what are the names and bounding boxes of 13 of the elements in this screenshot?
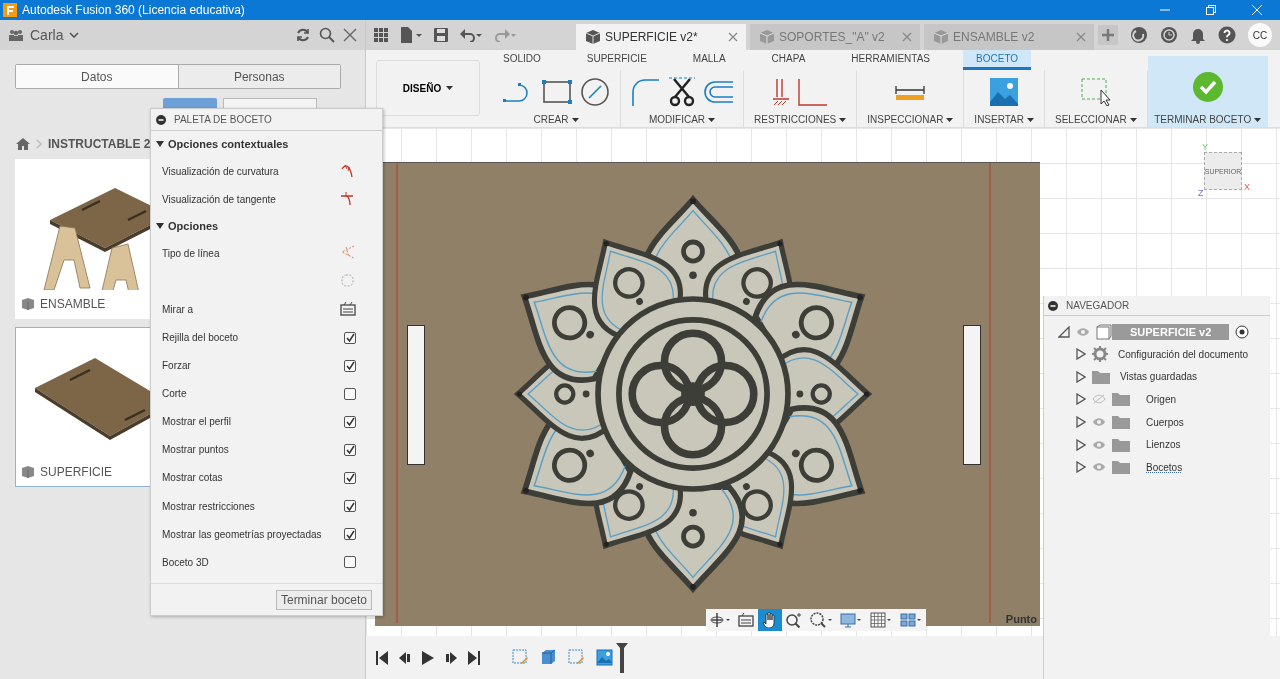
axis-label: Z: [1198, 188, 1204, 198]
option-label: Mostrar restricciones: [162, 500, 255, 512]
axis-label: X: [1244, 182, 1250, 192]
window-title: Autodesk Fusion 360 (Licencia educativa): [22, 3, 246, 17]
option-label: Mostrar las geometrías proyectadas: [162, 528, 322, 540]
panel-title: PALETA DE BOCETO: [174, 114, 272, 125]
snap-status: Punto: [1005, 613, 1037, 625]
option-label: Boceto 3D: [162, 556, 209, 568]
option-label: Corte: [162, 388, 187, 400]
design-name: SUPERFICIE: [40, 465, 112, 479]
design-name: ENSAMBLE: [40, 297, 106, 311]
panel-title: NAVEGADOR: [1066, 300, 1130, 311]
axis-label: Y: [1202, 142, 1208, 152]
